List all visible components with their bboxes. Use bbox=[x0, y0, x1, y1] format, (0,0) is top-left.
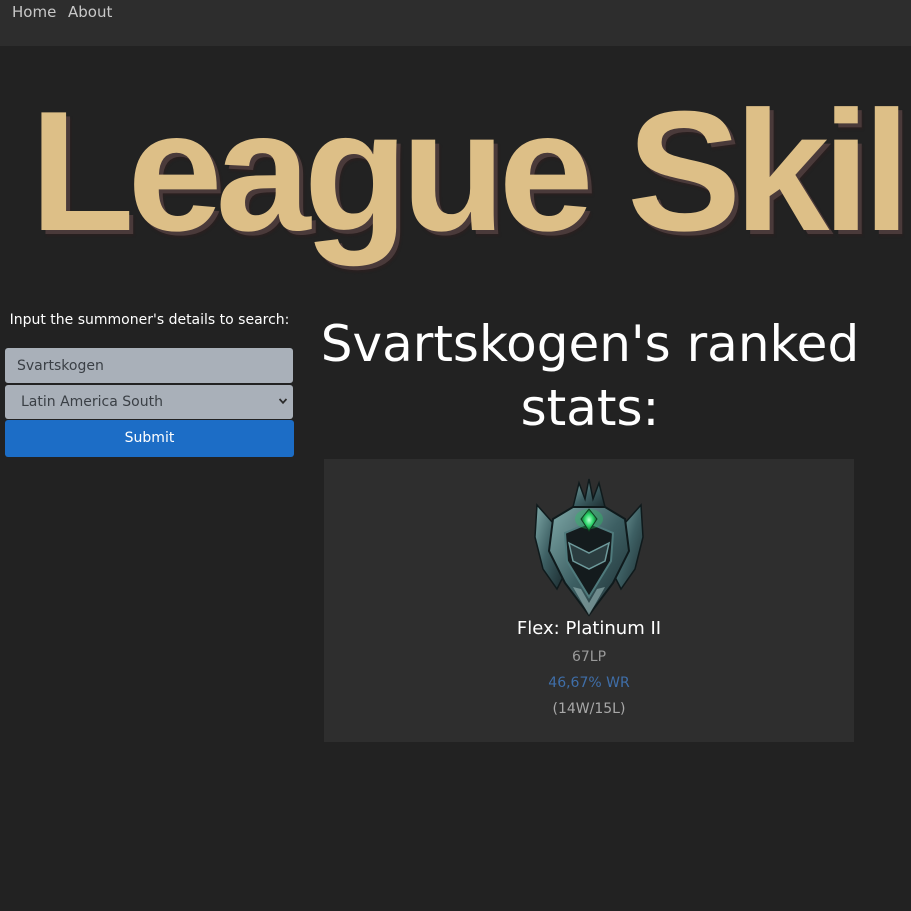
queue-rank: Flex: Platinum II bbox=[516, 618, 662, 639]
league-points: 67LP bbox=[571, 649, 607, 665]
win-loss-record: (14W/15L) bbox=[552, 701, 626, 717]
search-panel: Input the summoner's details to search: … bbox=[5, 310, 294, 457]
page-title: Svartskogen's ranked stats: bbox=[320, 315, 860, 437]
rank-card: Flex: Platinum II 67LP 46,67% WR (14W/15… bbox=[324, 459, 854, 742]
win-rate: 46,67% WR bbox=[548, 675, 630, 691]
nav-link-about[interactable]: About bbox=[68, 3, 112, 21]
platinum-emblem-icon bbox=[534, 478, 644, 617]
summoner-name-input[interactable] bbox=[5, 348, 293, 383]
navbar: Home About bbox=[0, 0, 911, 46]
nav-link-home[interactable]: Home bbox=[12, 3, 56, 21]
region-select-value: Latin America South bbox=[21, 394, 163, 410]
chevron-down-icon bbox=[279, 398, 287, 405]
region-select[interactable]: Latin America South bbox=[5, 385, 293, 419]
site-logo: League Skill bbox=[30, 76, 911, 267]
submit-button[interactable]: Submit bbox=[5, 420, 294, 457]
search-prompt: Input the summoner's details to search: bbox=[9, 312, 290, 328]
